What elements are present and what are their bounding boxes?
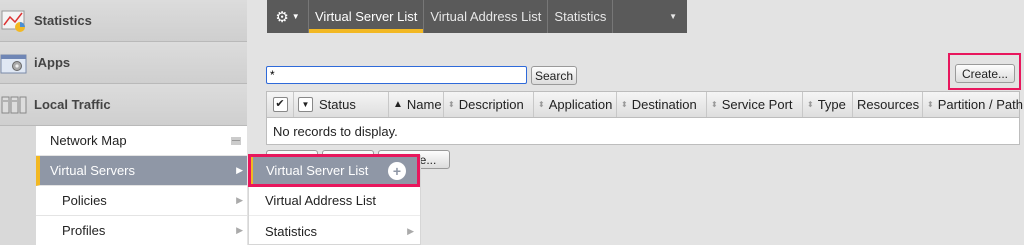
statistics-chart-icon [1,10,25,32]
chevron-down-icon: ▼ [669,12,677,21]
column-label: Destination [631,97,697,112]
sort-icon: ⬍ [448,100,455,109]
iapps-gear-window-icon [0,54,27,74]
nav-category-statistics[interactable]: Statistics [0,0,247,42]
tab-label: Statistics [554,9,607,24]
flyout-item-statistics[interactable]: Statistics ▶ [249,216,420,245]
column-label: Application [548,97,613,112]
column-label: Service Port [721,97,793,112]
flyout-item-label: Virtual Address List [265,193,377,208]
sidebar-item-network-map[interactable]: Network Map [36,126,247,156]
chevron-right-icon: ▶ [236,225,243,235]
flyout-item-virtual-server-list[interactable]: Virtual Server List + [249,156,420,186]
nav-category-iapps[interactable]: iApps [0,42,247,84]
tab-virtual-address-list[interactable]: Virtual Address List [424,0,549,33]
select-all-checkbox-cell[interactable]: ✔ [267,92,294,117]
column-label: Resources [857,97,920,112]
chevron-right-icon: ▶ [407,225,414,236]
column-type[interactable]: ⬍ Type [803,92,853,117]
nav-category-local-traffic[interactable]: Local Traffic [0,84,247,126]
select-all-checkbox[interactable]: ✔ [272,97,288,112]
table-empty-row: No records to display. [266,118,1020,145]
column-service-port[interactable]: ⬍ Service Port [707,92,803,117]
column-label: Description [458,97,524,112]
status-filter-dropdown[interactable]: ▼ [298,97,313,112]
flyout-item-label: Virtual Server List [266,163,369,178]
column-label: Type [817,97,846,112]
tab-options-menu[interactable]: ⚙ ▼ [267,0,309,33]
column-partition-path[interactable]: ⬍ Partition / Path [923,92,1023,117]
flyout-item-label: Statistics [265,223,318,239]
tab-virtual-server-list[interactable]: Virtual Server List [309,0,425,33]
local-traffic-servers-icon [1,96,27,114]
sidebar-item-policies[interactable]: Policies ▶ [36,186,247,216]
column-name[interactable]: ▲ Name [389,92,444,117]
map-icon [231,136,241,145]
sidebar-item-virtual-servers[interactable]: Virtual Servers ▶ [36,156,247,186]
search-input[interactable] [266,66,527,84]
table-header-row: ✔ ▼ Status ▲ Name ⬍ Description ⬍ Applic… [266,91,1023,118]
search-button[interactable]: Search [531,66,577,85]
sort-ascending-icon: ▲ [393,99,403,110]
sort-icon: ⬍ [538,100,545,109]
sort-icon: ⬍ [621,100,628,109]
virtual-servers-flyout-menu: Virtual Server List + Virtual Address Li… [248,155,421,245]
flyout-item-virtual-address-list[interactable]: Virtual Address List [249,186,420,216]
create-button[interactable]: Create... [955,64,1015,83]
column-application[interactable]: ⬍ Application [534,92,617,117]
empty-message: No records to display. [273,123,398,139]
sort-icon: ⬍ [711,100,718,109]
sort-icon: ⬍ [927,100,934,109]
nav-category-label: iApps [34,55,71,70]
virtual-servers-table: ✔ ▼ Status ▲ Name ⬍ Description ⬍ Applic… [266,91,1023,145]
local-traffic-submenu: Network Map Virtual Servers ▶ Policies ▶… [36,126,247,245]
column-description[interactable]: ⬍ Description [444,92,534,117]
chevron-right-icon: ▶ [236,195,243,205]
tab-more-dropdown[interactable]: ▼ [613,0,687,33]
chevron-down-icon: ▼ [291,12,300,21]
column-label: Name [406,97,442,112]
sidebar-item-label: Network Map [50,133,127,148]
chevron-right-icon: ▶ [236,165,243,175]
tab-bar: ⚙ ▼ Virtual Server List Virtual Address … [267,0,687,33]
column-label: Status [319,97,356,112]
sidebar-item-profiles[interactable]: Profiles ▶ [36,216,247,245]
nav-category-label: Local Traffic [34,97,111,112]
nav-category-label: Statistics [34,13,92,28]
column-destination[interactable]: ⬍ Destination [617,92,707,117]
sort-icon: ⬍ [807,100,814,109]
tab-label: Virtual Server List [315,9,418,24]
sidebar-item-label: Virtual Servers [50,163,136,178]
column-resources: Resources [853,92,923,117]
sidebar-item-label: Policies [62,193,107,208]
left-navigation: Statistics iApps Local Traffic Network M… [0,0,247,245]
column-status[interactable]: ▼ Status [294,92,389,117]
tab-label: Virtual Address List [430,9,542,24]
add-icon[interactable]: + [388,161,406,180]
sidebar-item-label: Profiles [62,223,106,238]
column-label: Partition / Path [937,97,1023,112]
tab-statistics[interactable]: Statistics [548,0,614,33]
gear-icon: ⚙ [275,8,289,26]
